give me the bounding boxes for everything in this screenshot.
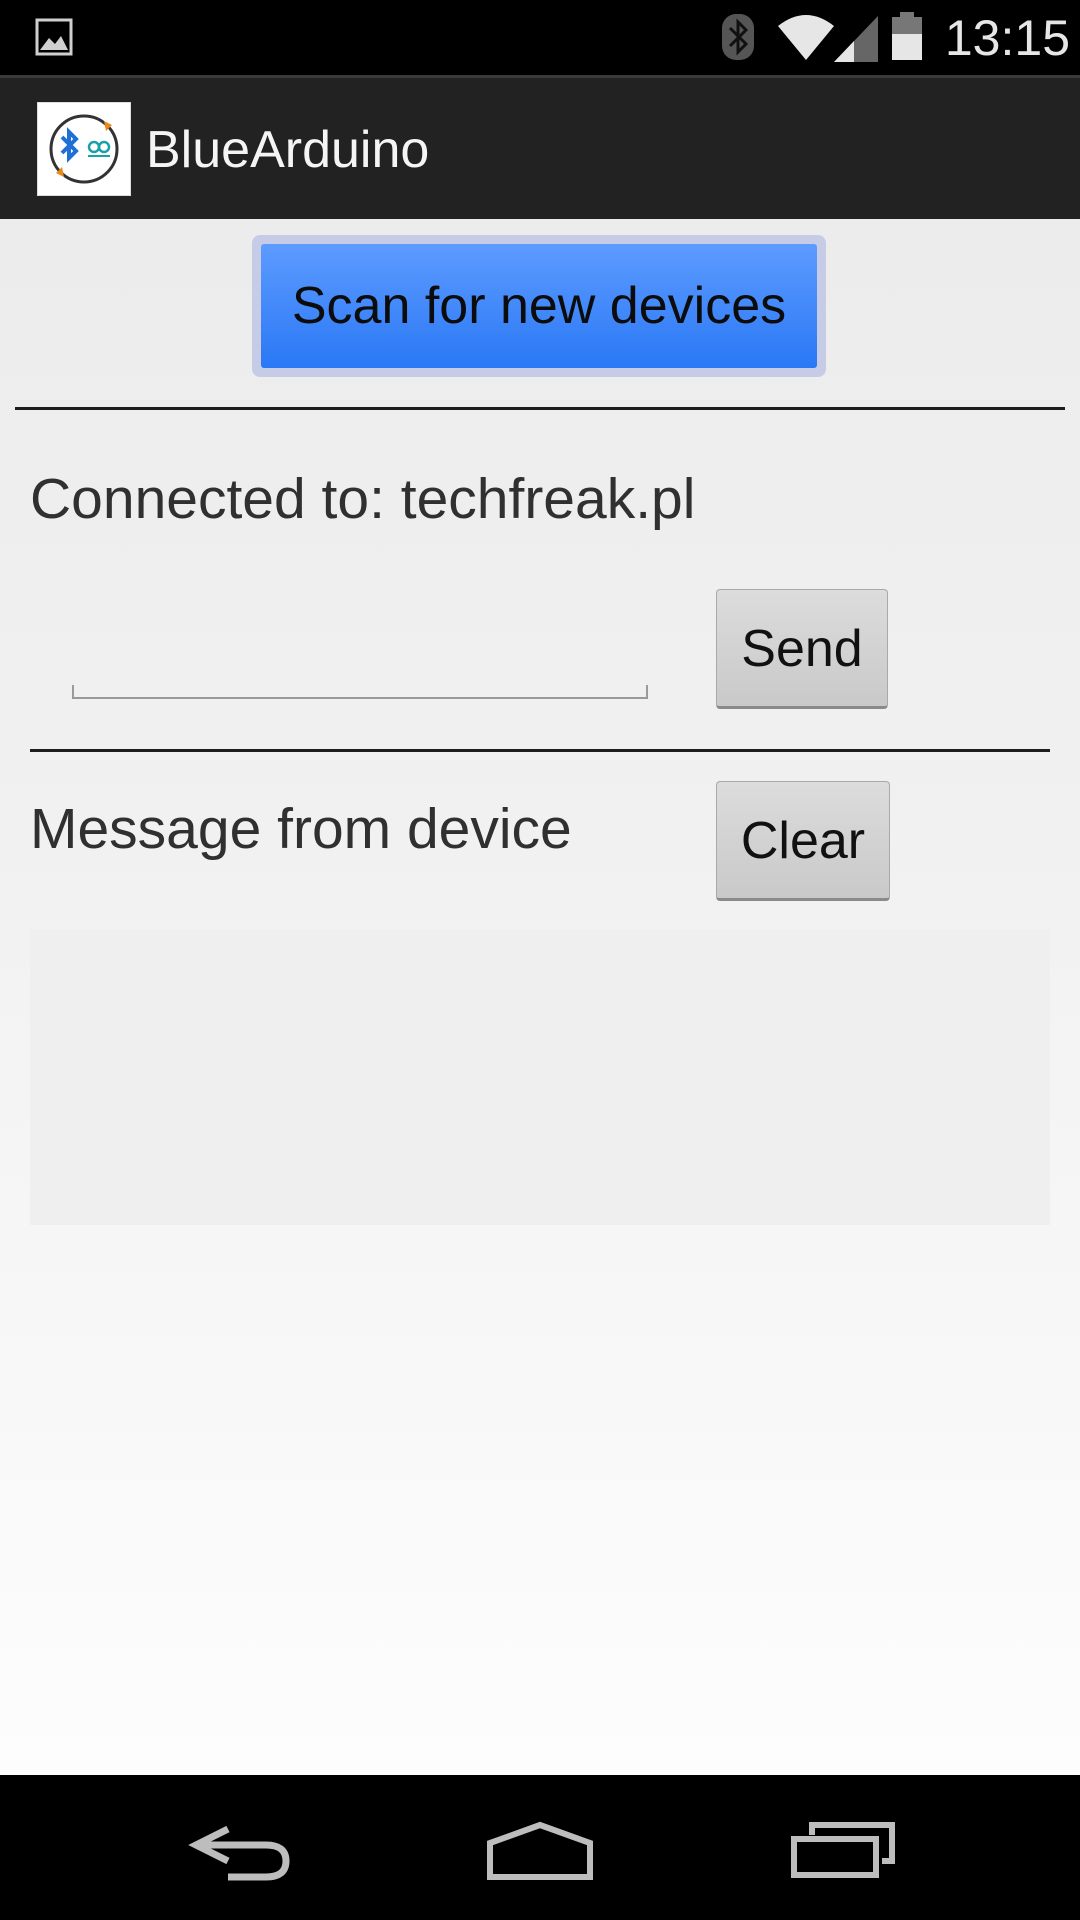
app-title: BlueArduino — [146, 121, 430, 179]
middle-divider — [30, 749, 1050, 752]
scan-button-label: Scan for new devices — [261, 244, 817, 368]
input-left-edge — [72, 685, 74, 699]
scan-button[interactable]: Scan for new devices — [252, 235, 826, 377]
main-content: Scan for new devices Connected to: techf… — [0, 219, 1080, 1775]
message-input[interactable] — [72, 589, 648, 699]
gallery-notification-icon — [35, 18, 73, 56]
bluetooth-icon — [722, 14, 754, 60]
clear-button[interactable]: Clear — [716, 781, 890, 901]
input-right-edge — [646, 685, 648, 699]
send-button[interactable]: Send — [716, 589, 888, 709]
connection-status-label: Connected to: techfreak.pl — [30, 467, 696, 531]
status-clock: 13:15 — [944, 10, 1070, 66]
top-divider — [15, 407, 1065, 410]
cell-signal-icon — [834, 16, 878, 62]
status-bar: 13:15 — [0, 0, 1080, 75]
message-from-device-label: Message from device — [30, 797, 572, 861]
back-icon[interactable] — [188, 1823, 292, 1883]
app-logo-graphic — [49, 114, 119, 184]
home-icon[interactable] — [486, 1821, 594, 1881]
received-message-area[interactable] — [30, 929, 1050, 1225]
bluearduino-app-icon[interactable] — [37, 102, 131, 196]
battery-icon — [892, 12, 922, 60]
navigation-bar — [0, 1775, 1080, 1920]
wifi-icon — [778, 15, 834, 60]
action-bar: BlueArduino — [0, 75, 1080, 219]
recents-icon[interactable] — [790, 1821, 896, 1879]
